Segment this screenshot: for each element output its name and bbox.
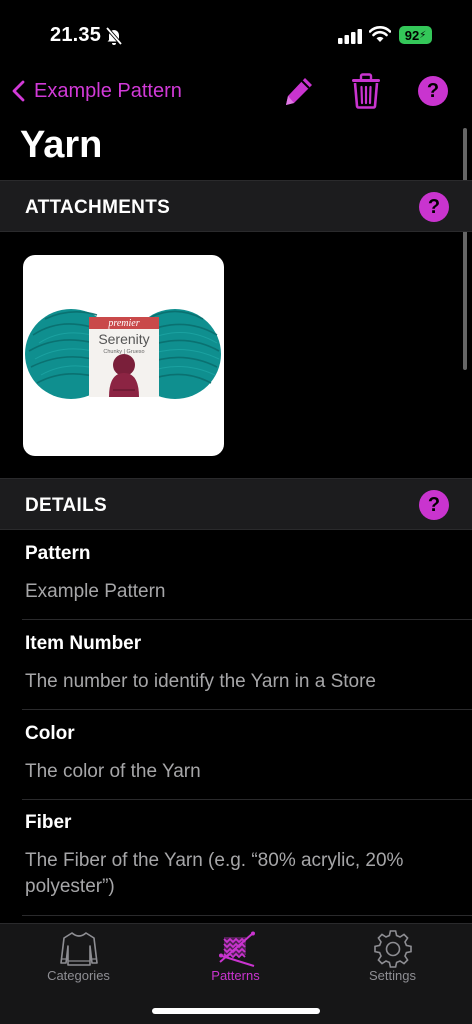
page-title: Yarn xyxy=(20,124,103,166)
detail-value: Example Pattern xyxy=(25,581,166,602)
question-mark-icon: ? xyxy=(427,195,441,218)
scrollbar[interactable] xyxy=(463,128,467,370)
detail-row-item-number[interactable]: Item Number The number to identify the Y… xyxy=(0,620,472,710)
trash-icon[interactable] xyxy=(350,73,382,109)
tab-patterns[interactable]: Patterns xyxy=(157,924,314,994)
tab-categories[interactable]: Categories xyxy=(0,924,157,994)
detail-value: The color of the Yarn xyxy=(25,761,201,782)
detail-row-pattern[interactable]: Pattern Example Pattern xyxy=(0,530,472,620)
yarn-skein-image: premier Serenity Chunky | Grueso xyxy=(25,309,221,399)
pencil-icon[interactable] xyxy=(282,74,316,108)
yarn-brand-text: premier xyxy=(107,318,139,329)
question-mark-icon: ? xyxy=(426,79,440,102)
detail-row-color[interactable]: Color The color of the Yarn xyxy=(0,710,472,800)
detail-value: The number to identify the Yarn in a Sto… xyxy=(25,671,376,692)
yarn-product-text: Serenity xyxy=(98,331,149,347)
tab-settings[interactable]: Settings xyxy=(314,924,471,994)
attachments-help-button[interactable]: ? xyxy=(419,192,449,222)
details-title: DETAILS xyxy=(25,495,107,516)
details-section-header: DETAILS ? xyxy=(0,478,472,530)
detail-row-fiber[interactable]: Fiber The Fiber of the Yarn (e.g. “80% a… xyxy=(0,800,472,916)
battery-level: 92 xyxy=(404,27,420,43)
attachments-title: ATTACHMENTS xyxy=(25,197,171,218)
tab-categories-label: Categories xyxy=(47,968,110,983)
detail-label: Item Number xyxy=(25,633,142,654)
back-button[interactable]: Example Pattern xyxy=(10,74,182,108)
status-time: 21.35 xyxy=(50,24,102,46)
gear-icon xyxy=(373,930,412,968)
chevron-left-icon xyxy=(12,80,25,102)
wifi-icon xyxy=(369,26,391,42)
sweater-icon xyxy=(59,932,98,966)
charging-bolt-icon: ⚡ xyxy=(419,29,427,41)
cellular-signal-icon xyxy=(338,29,362,44)
question-mark-icon: ? xyxy=(427,493,441,516)
knitting-icon xyxy=(218,931,255,967)
attachments-section-header: ATTACHMENTS ? xyxy=(0,180,472,232)
help-button[interactable]: ? xyxy=(418,76,448,106)
tab-patterns-label: Patterns xyxy=(211,968,260,983)
detail-label: Pattern xyxy=(25,543,91,564)
detail-label: Color xyxy=(25,723,75,744)
detail-value: The Fiber of the Yarn (e.g. “80% acrylic… xyxy=(25,850,404,897)
back-button-label: Example Pattern xyxy=(34,79,182,102)
detail-label: Fiber xyxy=(25,812,72,833)
details-help-button[interactable]: ? xyxy=(419,490,449,520)
yarn-attachment-thumbnail[interactable]: premier Serenity Chunky | Grueso xyxy=(23,255,224,456)
home-indicator[interactable] xyxy=(152,1008,320,1014)
status-bar: 21.35 92 ⚡ xyxy=(0,0,472,64)
tab-settings-label: Settings xyxy=(369,968,416,983)
row-divider xyxy=(22,915,472,916)
navigation-bar: Example Pattern ? xyxy=(0,66,472,118)
battery-indicator: 92 ⚡ xyxy=(399,26,432,44)
bell-slash-icon xyxy=(105,26,123,46)
